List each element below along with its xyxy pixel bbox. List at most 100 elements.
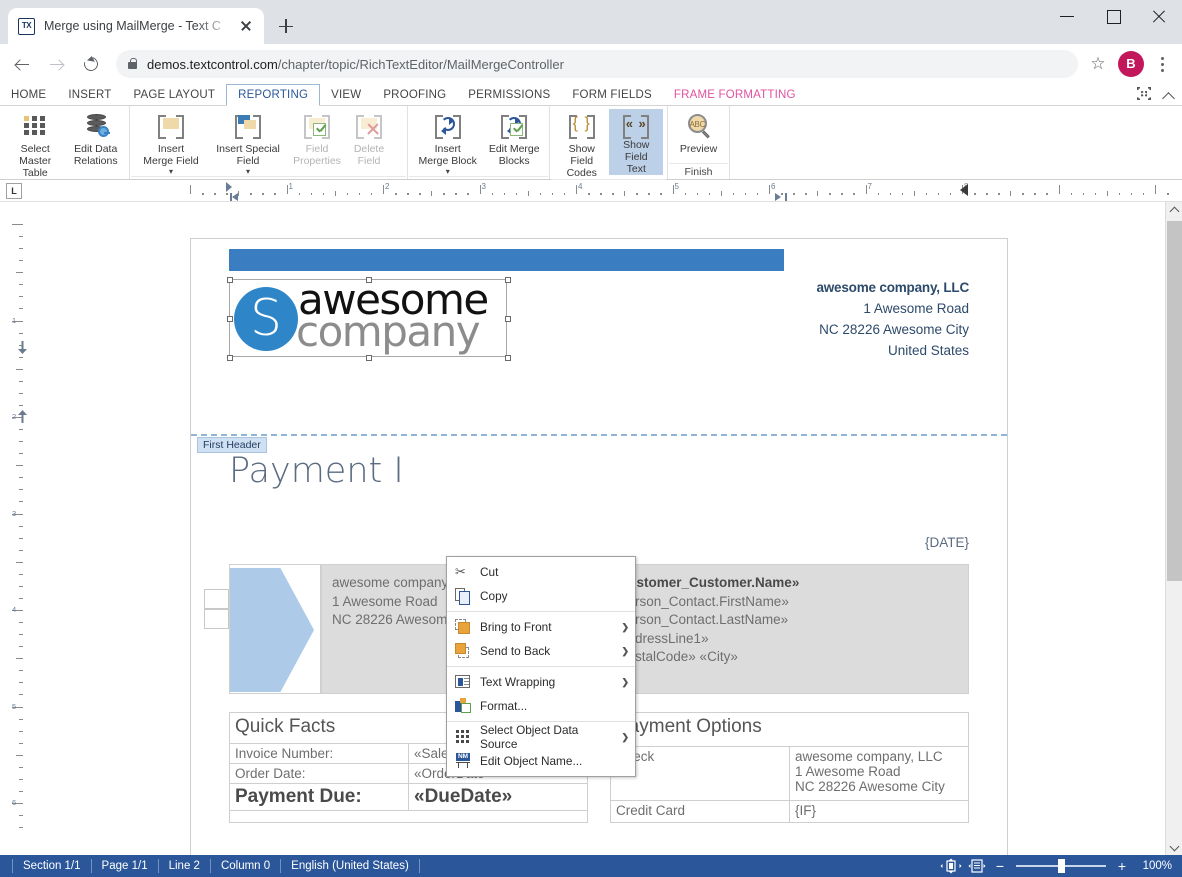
status-page[interactable]: Page 1/1 [92,859,159,873]
context-menu-item-send-to-back[interactable]: Send to Back ❯ [447,639,635,663]
status-line[interactable]: Line 2 [159,859,211,873]
minimize-button[interactable] [1044,0,1090,32]
context-menu-item-format[interactable]: Format... [447,694,635,718]
vruler-tick [19,392,23,394]
zoom-slider[interactable] [1016,859,1106,873]
table-row[interactable]: Check awesome company, LLC 1 Awesome Roa… [610,745,969,802]
context-menu-item-bring-to-front[interactable]: Bring to Front ❯ [447,615,635,639]
payment-due-value[interactable]: «DueDate» [408,783,588,811]
ruler-object-marker[interactable] [960,184,968,196]
fit-page-icon[interactable] [940,858,962,874]
delete-field-button[interactable]: Delete Field [346,109,392,167]
resize-handle-e[interactable] [505,316,511,322]
scrollbar-thumb[interactable] [1167,221,1182,581]
back-button[interactable] [8,49,38,79]
left-margin-frames[interactable] [204,589,229,629]
zoom-level[interactable]: 100% [1132,860,1172,872]
ribbon-tab-frame-formatting[interactable]: FRAME FORMATTING [663,84,807,105]
tab-stop-selector[interactable]: L [6,182,22,199]
ruler-tick [491,193,494,195]
credit-card-value[interactable]: {IF} [789,800,969,823]
zoom-in-button[interactable]: + [1112,858,1132,874]
vertical-ruler[interactable]: 1234567 [0,202,30,855]
ribbon-tab-permissions[interactable]: PERMISSIONS [457,84,561,105]
context-menu[interactable]: ✂ Cut Copy Bring to Front ❯ Send to Back ❯ Text… [446,556,636,777]
zoom-slider-thumb[interactable] [1058,859,1065,873]
zoom-out-button[interactable]: − [990,858,1010,874]
chevron-down-icon[interactable]: ▾ [246,167,250,176]
page-view-icon[interactable] [966,858,988,874]
left-frame-bottom[interactable] [204,609,229,629]
close-window-button[interactable] [1136,0,1182,32]
status-language[interactable]: English (United States) [281,859,420,873]
insert-merge-block-button[interactable]: Insert Merge Block ▾ [412,109,483,176]
scroll-down-button[interactable] [1166,838,1182,855]
left-frame-top[interactable] [204,589,229,609]
ruler-tick [744,193,747,195]
ribbon-tab-home[interactable]: HOME [0,84,57,105]
document-canvas[interactable]: S awesome company awesome company, LLC 1… [30,202,1182,855]
select-master-table-button[interactable]: Select Master Table ▾ [4,109,66,188]
collapse-ribbon-icon[interactable] [1136,86,1152,103]
edit-data-relations-button[interactable]: Edit Data Relations [66,109,125,167]
insert-special-field-button[interactable]: Insert Special Field ▾ [208,109,288,176]
date-merge-field[interactable]: {DATE} [925,535,969,550]
ribbon-tab-proofing[interactable]: PROOFING [372,84,457,105]
recipient-address-cell[interactable]: «Customer_Customer.Name» «Person_Contact… [600,564,969,694]
browser-tab[interactable]: TX Merge using MailMerge - Text C [8,8,264,44]
chevron-down-icon[interactable]: ▾ [169,167,173,176]
table-row-empty[interactable] [229,810,588,823]
ribbon-tab-view[interactable]: VIEW [320,84,372,105]
close-tab-icon[interactable] [238,18,254,34]
resize-handle-ne[interactable] [505,277,511,283]
resize-handle-se[interactable] [505,355,511,361]
context-menu-item-cut[interactable]: ✂ Cut [447,560,635,584]
chevron-up-icon[interactable] [1162,88,1176,102]
maximize-button[interactable] [1090,0,1136,32]
new-tab-button[interactable] [272,12,300,40]
address-bar[interactable]: demos.textcontrol.com/chapter/topic/Rich… [116,50,1078,78]
ruler-tick [1010,191,1012,196]
show-field-codes-button[interactable]: { } Show Field Codes [554,109,609,179]
top-margin-marker[interactable] [16,340,29,361]
context-menu-item-select-object-data-source[interactable]: Select Object Data Source ❯ [447,723,635,751]
context-menu-item-text-wrapping[interactable]: Text Wrapping ❯ [447,670,635,694]
bottom-margin-marker[interactable] [16,408,29,429]
table-row[interactable]: Payment Due: «DueDate» [229,783,588,811]
edit-merge-blocks-button[interactable]: Edit Merge Blocks [483,109,545,167]
context-menu-item-edit-object-name[interactable]: Edit Object Name... [447,749,635,773]
logo-image-frame[interactable]: S awesome company [227,277,511,361]
status-bar: Section 1/1 Page 1/1 Line 2 Column 0 Eng… [0,855,1182,877]
forward-button[interactable] [42,49,72,79]
horizontal-ruler[interactable]: L 12345678 [0,180,1182,202]
vertical-scrollbar[interactable] [1165,202,1182,855]
ribbon-tab-page-layout[interactable]: PAGE LAYOUT [122,84,226,105]
resize-handle-nw[interactable] [227,277,233,283]
check-value[interactable]: awesome company, LLC 1 Awesome Road NC 2… [789,745,969,802]
first-line-indent-marker[interactable] [226,182,232,192]
reload-button[interactable] [76,49,106,79]
ribbon-tab-form-fields[interactable]: FORM FIELDS [561,84,663,105]
chevron-down-icon[interactable]: ▾ [446,167,450,176]
left-indent-marker[interactable] [230,193,238,201]
resize-handle-sw[interactable] [227,355,233,361]
chrome-menu-icon[interactable] [1150,50,1174,78]
ribbon-tab-insert[interactable]: INSERT [57,84,122,105]
preview-button[interactable]: ABC Preview [672,109,725,155]
ribbon-tab-reporting[interactable]: REPORTING [226,84,321,106]
resize-handle-w[interactable] [227,316,233,322]
resize-handle-n[interactable] [366,277,372,283]
insert-merge-field-button[interactable]: Insert Merge Field ▾ [134,109,208,176]
profile-avatar[interactable]: B [1118,51,1144,77]
payment-options-table[interactable]: Payment Options Check awesome company, L… [610,712,969,823]
table-row[interactable]: Credit Card {IF} [610,800,969,823]
show-field-text-button[interactable]: « » Show Field Text [609,109,663,175]
resize-handle-s[interactable] [366,355,372,361]
scroll-up-button[interactable] [1166,202,1182,219]
context-menu-item-copy[interactable]: Copy [447,584,635,608]
status-column[interactable]: Column 0 [211,859,282,873]
field-properties-button[interactable]: Field Properties [288,109,346,167]
status-section[interactable]: Section 1/1 [12,859,92,873]
bookmark-star-icon[interactable]: ☆ [1084,50,1112,78]
right-indent-marker[interactable] [775,193,787,201]
